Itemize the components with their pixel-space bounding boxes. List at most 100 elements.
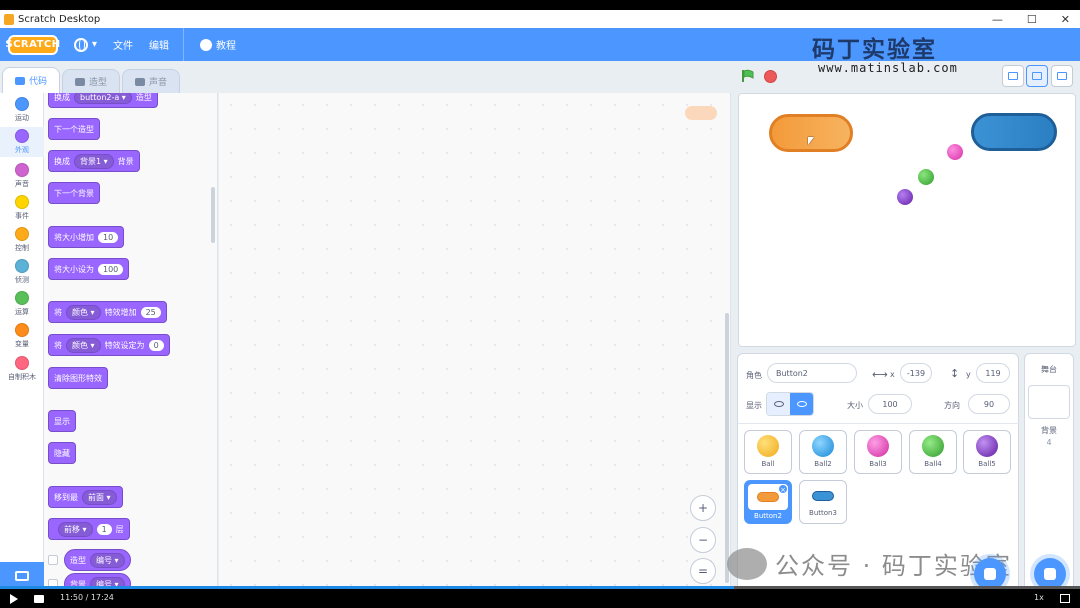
block-next-backdrop[interactable]: 下一个背景: [48, 182, 100, 204]
category-events[interactable]: 事件: [0, 195, 44, 221]
sprite-label: 角色: [746, 371, 762, 380]
category-my-blocks[interactable]: 自制积木: [0, 356, 44, 382]
chevron-down-icon: ▾: [92, 39, 98, 50]
block-costume-number[interactable]: 造型 编号 ▾: [64, 549, 131, 571]
sprite-ball4[interactable]: [918, 169, 934, 185]
sprite-button2[interactable]: [769, 114, 853, 152]
playback-speed-button[interactable]: 1x: [1034, 593, 1044, 602]
sprite-tile-button2[interactable]: Button2 ×: [744, 480, 792, 524]
effect-change-input[interactable]: 25: [140, 306, 161, 318]
size-change-input[interactable]: 10: [98, 231, 119, 243]
scratch-app-icon: [4, 13, 14, 25]
block-set-size[interactable]: 将大小设为 100: [48, 258, 130, 280]
tab-costumes-label: 造型: [88, 78, 107, 88]
category-motion[interactable]: 运动: [0, 97, 44, 123]
category-label: 变量: [15, 340, 29, 348]
category-operators[interactable]: 运算: [0, 291, 44, 317]
fullscreen-button[interactable]: [1051, 65, 1073, 87]
stage[interactable]: [738, 93, 1076, 347]
sprite-tile-button3[interactable]: Button3: [799, 480, 847, 524]
current-sprite-indicator: [685, 106, 717, 120]
sprite-tile-ball[interactable]: Ball: [744, 430, 792, 474]
y-input[interactable]: 119: [976, 363, 1010, 383]
workspace-scrollbar[interactable]: [725, 313, 729, 583]
zoom-in-button[interactable]: +: [690, 495, 716, 521]
sprite-tile-ball4[interactable]: Ball4: [909, 430, 957, 474]
category-sound[interactable]: 声音: [0, 163, 44, 189]
ball4-thumbnail: [922, 435, 944, 457]
sprite-tile-ball5[interactable]: Ball5: [963, 430, 1011, 474]
play-icon[interactable]: [10, 594, 18, 604]
effect-set-input[interactable]: 0: [148, 339, 164, 351]
hide-sprite-button[interactable]: [790, 393, 813, 415]
layer-count-input[interactable]: 1: [96, 523, 112, 535]
block-switch-costume[interactable]: 换成 button2-a ▾ 造型: [48, 93, 158, 108]
block-switch-backdrop[interactable]: 换成 背景1 ▾ 背景: [48, 150, 140, 172]
layer-direction-dropdown[interactable]: 前移 ▾: [58, 521, 93, 537]
x-input[interactable]: -139: [900, 363, 932, 383]
backdrop-thumbnail: [1028, 385, 1070, 419]
block-set-effect[interactable]: 将 颜色 ▾ 特效设定为 0: [48, 334, 170, 356]
minimize-button[interactable]: —: [992, 13, 1003, 26]
sprite-name-input[interactable]: Button2: [767, 363, 857, 383]
effect-dropdown[interactable]: 颜色 ▾: [66, 304, 101, 320]
sprite-ball3[interactable]: [947, 144, 963, 160]
tutorials-menu[interactable]: 教程: [200, 37, 236, 52]
sprite-ball5[interactable]: [897, 189, 913, 205]
costume-number-dropdown[interactable]: 编号 ▾: [90, 552, 125, 568]
cat-icon: [984, 568, 996, 580]
effect-dropdown[interactable]: 颜色 ▾: [66, 337, 101, 353]
costume-reporter-checkbox[interactable]: [48, 555, 58, 565]
block-change-size[interactable]: 将大小增加 10: [48, 226, 125, 248]
block-show[interactable]: 显示: [48, 410, 76, 432]
category-looks[interactable]: 外观: [0, 127, 44, 157]
tab-sounds[interactable]: 声音: [122, 69, 180, 93]
zoom-out-button[interactable]: −: [690, 527, 716, 553]
maximize-button[interactable]: ☐: [1027, 13, 1037, 26]
backdrop-dropdown[interactable]: 背景1 ▾: [74, 153, 114, 169]
category-sensing[interactable]: 侦测: [0, 259, 44, 285]
palette-scrollbar[interactable]: [211, 187, 215, 243]
block-next-costume[interactable]: 下一个造型: [48, 118, 100, 140]
block-go-to-layer[interactable]: 移到最 前面 ▾: [48, 486, 123, 508]
show-sprite-button[interactable]: [767, 393, 790, 415]
tab-costumes[interactable]: 造型: [62, 69, 120, 93]
block-text: 背景: [117, 156, 134, 166]
edit-menu[interactable]: 编辑: [149, 37, 169, 52]
letterbox-top: [0, 0, 1080, 10]
small-stage-button[interactable]: [1002, 65, 1024, 87]
language-menu[interactable]: ▾: [74, 37, 98, 52]
vertical-arrows-icon: ↕: [950, 367, 960, 380]
category-variables[interactable]: 变量: [0, 323, 44, 349]
fullscreen-icon: [1057, 72, 1067, 80]
volume-icon[interactable]: [34, 595, 44, 603]
green-flag-icon[interactable]: [741, 69, 755, 83]
stop-icon[interactable]: [764, 70, 777, 83]
eye-off-icon: [796, 401, 807, 407]
large-stage-button[interactable]: [1026, 65, 1048, 87]
file-menu[interactable]: 文件: [113, 37, 133, 52]
size-input[interactable]: 100: [868, 394, 912, 414]
delete-sprite-button[interactable]: ×: [778, 484, 788, 494]
direction-input[interactable]: 90: [968, 394, 1010, 414]
category-control[interactable]: 控制: [0, 227, 44, 253]
block-change-effect[interactable]: 将 颜色 ▾ 特效增加 25: [48, 301, 167, 323]
size-set-input[interactable]: 100: [98, 263, 124, 275]
fullscreen-icon[interactable]: [1060, 594, 1070, 603]
sprite-tile-ball2[interactable]: Ball2: [799, 430, 847, 474]
block-clear-effects[interactable]: 清除图形特效: [48, 367, 108, 389]
size-label: 大小: [847, 401, 863, 410]
sprite-button3[interactable]: [971, 113, 1057, 151]
stage-backdrop-panel[interactable]: 舞台 背景 4: [1024, 353, 1074, 590]
scratch-logo[interactable]: SCRATCH: [5, 34, 60, 55]
costume-dropdown[interactable]: button2-a ▾: [74, 93, 132, 104]
tab-code[interactable]: 代码: [2, 67, 60, 93]
script-workspace[interactable]: + − =: [219, 93, 731, 590]
block-go-layers[interactable]: 前移 ▾ 1 层: [48, 518, 130, 540]
block-hide[interactable]: 隐藏: [48, 442, 76, 464]
layer-dropdown[interactable]: 前面 ▾: [82, 489, 117, 505]
operators-dot-icon: [15, 291, 29, 305]
close-button[interactable]: ✕: [1061, 13, 1070, 26]
zoom-reset-button[interactable]: =: [690, 558, 716, 584]
sprite-tile-ball3[interactable]: Ball3: [854, 430, 902, 474]
